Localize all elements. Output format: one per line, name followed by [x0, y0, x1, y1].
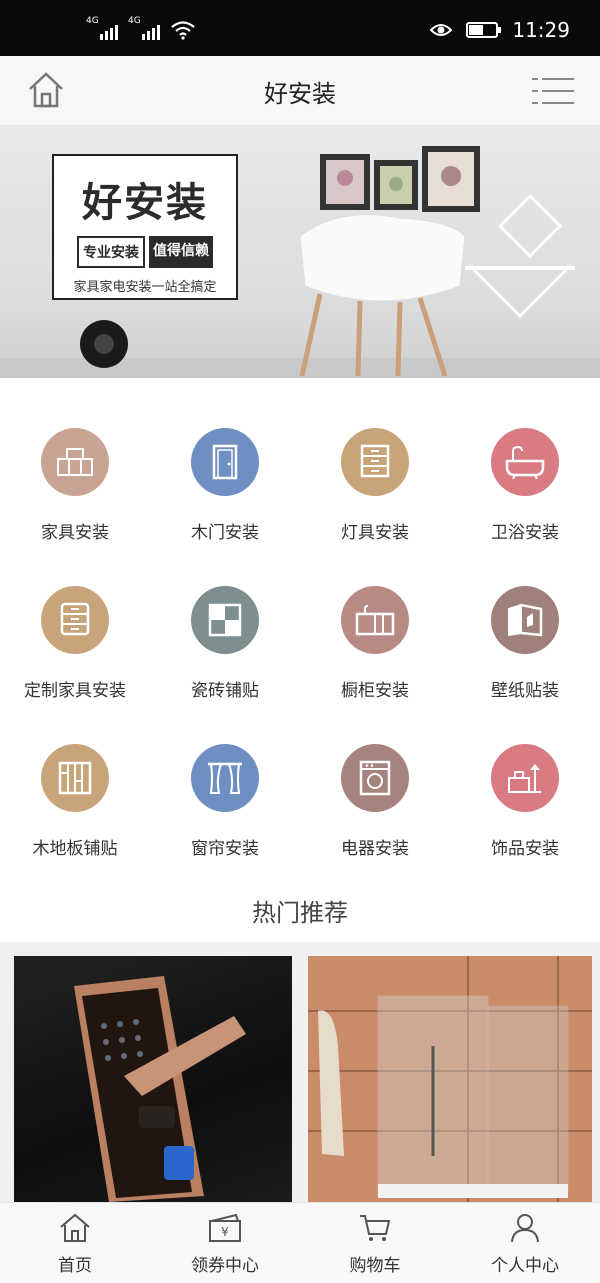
category-bathroom[interactable]: 卫浴安装: [450, 428, 600, 543]
tab-home[interactable]: 首页: [0, 1203, 150, 1283]
tab-label: 领券中心: [191, 1256, 259, 1276]
tab-profile[interactable]: 个人中心: [450, 1203, 600, 1283]
promo-tags: 专业安装 值得信赖: [54, 236, 236, 268]
section-title-hot: 热门推荐: [252, 899, 348, 927]
menu-button[interactable]: [532, 76, 574, 110]
status-bar: 4G 4G 11:29: [0, 0, 600, 56]
category-label: 壁纸贴装: [491, 681, 559, 701]
app-header: 好安装: [0, 56, 600, 126]
category-curtain[interactable]: 窗帘安装: [150, 744, 300, 859]
battery-icon: [466, 22, 502, 38]
category-label: 卫浴安装: [491, 523, 559, 543]
category-label: 瓷砖铺贴: [191, 681, 259, 701]
user-icon: [511, 1214, 539, 1243]
category-kitchen-cabinet[interactable]: 橱柜安装: [300, 586, 450, 701]
list-menu-icon: [532, 78, 574, 104]
category-label: 木地板铺贴: [32, 839, 118, 859]
bottom-tab-bar: 首页 ¥ 领券中心 购物车 个人中心: [0, 1202, 600, 1283]
category-label: 窗帘安装: [191, 839, 259, 859]
category-lighting[interactable]: 灯具安装: [300, 428, 450, 543]
category-label: 橱柜安装: [341, 681, 409, 701]
promo-headline: 好安装: [82, 180, 208, 226]
cabinet-drawers-icon: [341, 428, 409, 496]
page-title: 好安装: [264, 80, 336, 108]
promo-tag-professional: 专业安装: [77, 236, 145, 268]
category-label: 饰品安装: [491, 839, 559, 859]
decor-icon: [491, 744, 559, 812]
category-furniture[interactable]: 家具安装: [0, 428, 150, 543]
door-icon: [191, 428, 259, 496]
wifi-icon: [171, 21, 195, 40]
tab-coupon-center[interactable]: ¥ 领券中心: [150, 1203, 300, 1283]
tile-icon: [191, 586, 259, 654]
category-wood-door[interactable]: 木门安装: [150, 428, 300, 543]
tab-label: 购物车: [349, 1256, 401, 1276]
wood-floor-icon: [41, 744, 109, 812]
category-appliance[interactable]: 电器安装: [300, 744, 450, 859]
category-label: 电器安装: [341, 839, 409, 859]
tab-cart[interactable]: 购物车: [300, 1203, 450, 1283]
smart-door-lock-image[interactable]: [14, 956, 292, 1202]
promo-subline: 家具家电安装一站全搞定: [73, 280, 217, 295]
tab-label: 首页: [58, 1256, 92, 1276]
category-label: 木门安装: [191, 523, 259, 543]
category-label: 家具安装: [41, 523, 109, 543]
curtain-icon: [191, 744, 259, 812]
eye-comfort-icon: [430, 24, 453, 36]
wallpaper-icon: [491, 586, 559, 654]
promo-banner[interactable]: 好安装 专业安装 值得信赖 家具家电安装一站全搞定: [0, 126, 600, 378]
category-wood-floor[interactable]: 木地板铺贴: [0, 744, 150, 859]
bathtub-icon: [491, 428, 559, 496]
cart-icon: [360, 1215, 391, 1241]
category-tile[interactable]: 瓷砖铺贴: [150, 586, 300, 701]
custom-furniture-icon: [41, 586, 109, 654]
category-decor[interactable]: 饰品安装: [450, 744, 600, 859]
washing-machine-icon: [341, 744, 409, 812]
tab-label: 个人中心: [491, 1256, 559, 1276]
cellular-signal-icon: 4G: [86, 16, 118, 40]
cellular-signal-icon-2: 4G: [128, 16, 160, 40]
kitchen-cabinet-icon: [341, 586, 409, 654]
clock: 11:29: [512, 18, 570, 42]
category-label: 定制家具安装: [24, 681, 126, 701]
svg-text:¥: ¥: [221, 1225, 229, 1239]
category-wallpaper[interactable]: 壁纸贴装: [450, 586, 600, 701]
home-icon: [60, 1213, 90, 1242]
furniture-icon: [41, 428, 109, 496]
coupon-icon: ¥: [209, 1213, 241, 1242]
shower-enclosure-image[interactable]: [308, 956, 592, 1202]
promo-tag-trusted: 值得信赖: [149, 236, 213, 268]
category-custom-furniture[interactable]: 定制家具安装: [0, 586, 150, 701]
category-label: 灯具安装: [341, 523, 409, 543]
promo-card: 好安装 专业安装 值得信赖 家具家电安装一站全搞定: [52, 154, 238, 300]
